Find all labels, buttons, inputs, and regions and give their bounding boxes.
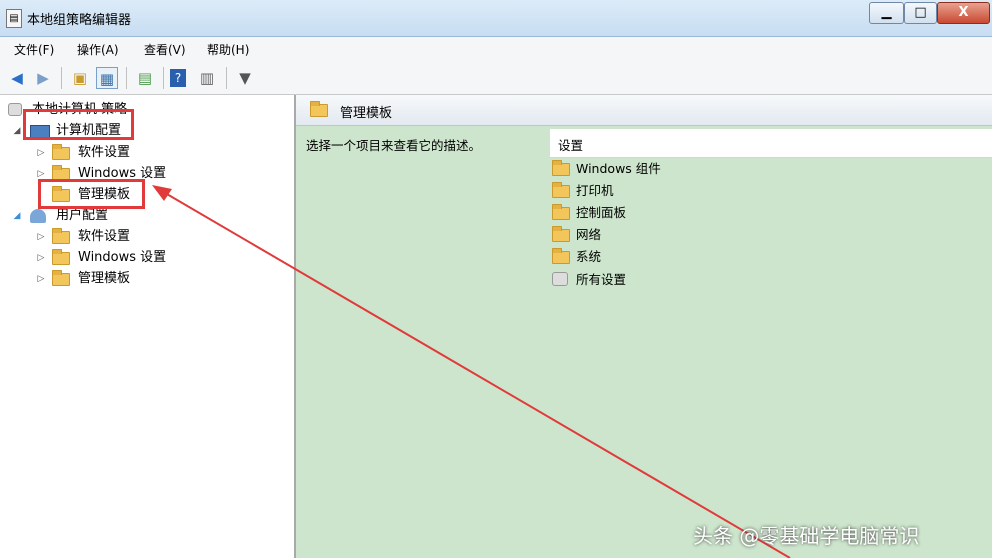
annotation-arrow bbox=[152, 185, 791, 558]
annotation-arrow-line bbox=[159, 189, 791, 558]
annotation-arrow-head bbox=[152, 185, 172, 201]
watermark-text: 头条 @零基础学电脑常识 bbox=[693, 524, 920, 548]
